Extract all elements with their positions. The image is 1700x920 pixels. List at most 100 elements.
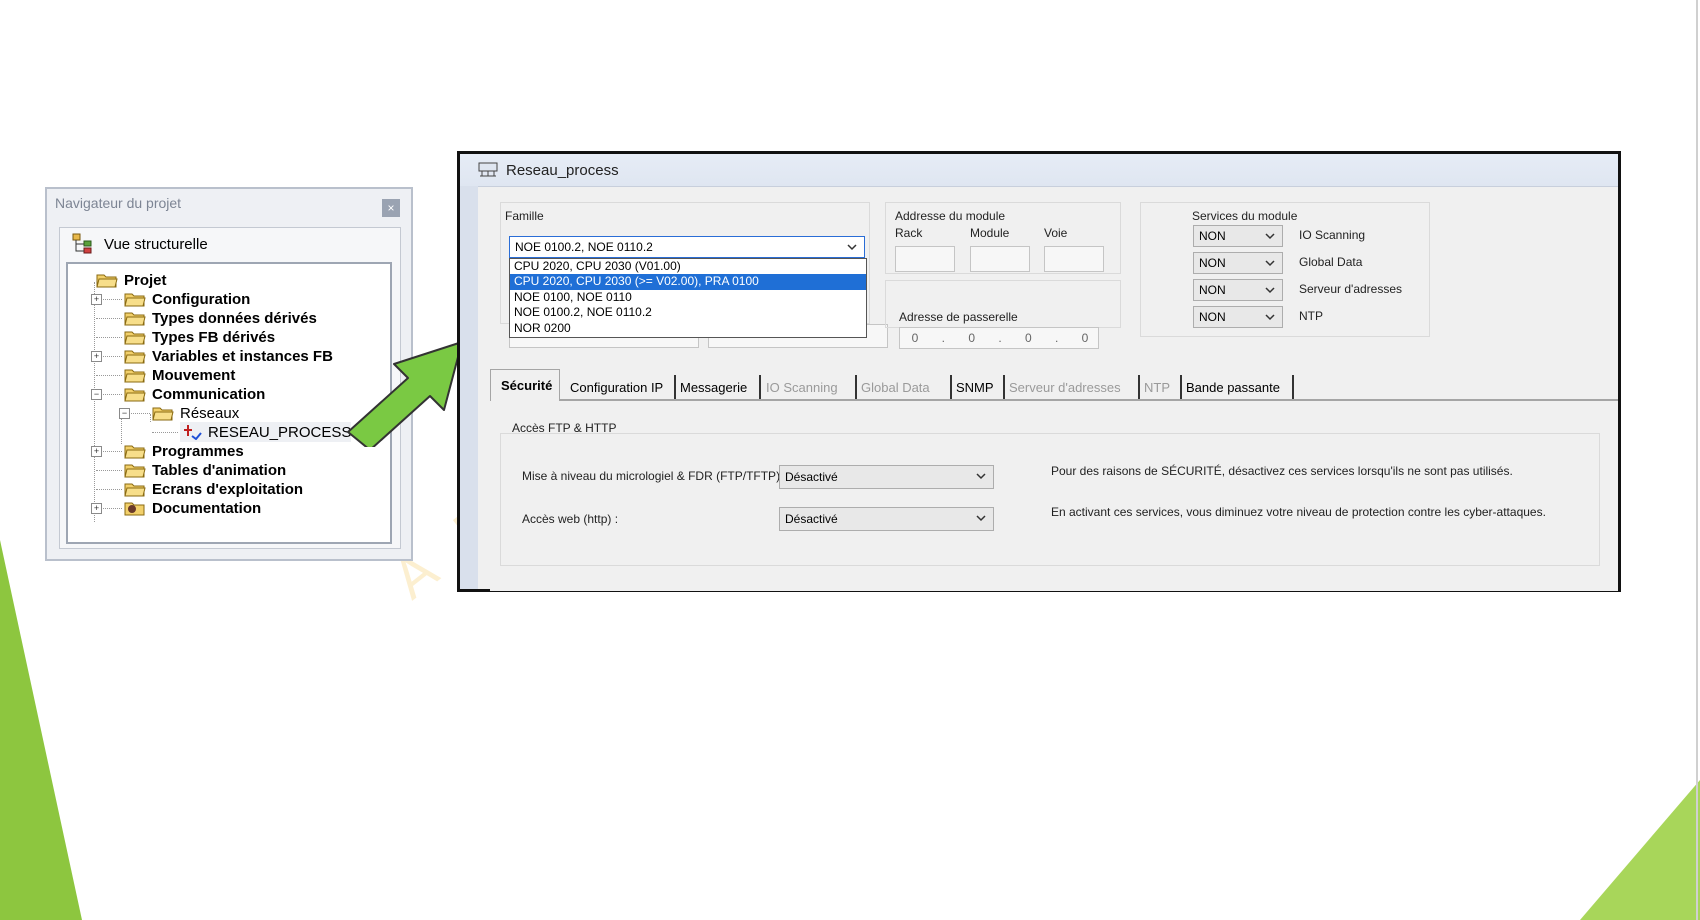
service-name: Serveur d'adresses [1299,282,1403,296]
dropdown-option[interactable]: CPU 2020, CPU 2030 (V01.00) [510,259,866,274]
view-selector[interactable]: Vue structurelle [60,228,400,260]
dropdown-option[interactable]: NOE 0100.2, NOE 0110.2 [510,305,866,320]
service-name: NTP [1299,309,1323,323]
service-select[interactable]: NON [1193,279,1283,301]
tab[interactable]: Serveur d'adresses [1005,375,1140,399]
dropdown-option[interactable]: CPU 2020, CPU 2030 (>= V02.00), PRA 0100 [510,274,866,290]
famille-select[interactable]: NOE 0100.2, NOE 0110.2 [509,236,865,258]
tab[interactable]: Global Data [857,375,952,399]
web-access-value: Désactivé [785,512,838,526]
voie-input[interactable] [1044,246,1104,272]
tree-item[interactable]: Configuration [124,289,250,309]
dropdown-option[interactable]: NOE 0100, NOE 0110 [510,290,866,305]
documentation-icon [124,502,145,516]
tree-item[interactable]: Projet [96,270,167,290]
tree-item[interactable]: Mouvement [124,365,235,385]
tree-item[interactable]: Variables et instances FB [124,346,333,366]
decorative-edge-line [1696,0,1698,920]
web-access-label: Accès web (http) : [522,512,619,526]
folder-icon [124,369,146,383]
folder-icon [124,483,146,497]
tree-item[interactable]: Programmes [124,441,244,461]
tab[interactable]: SNMP [952,375,1005,399]
services-label: Services du module [1192,209,1298,223]
tree-expander[interactable]: + [91,351,102,362]
firmware-value: Désactivé [785,470,838,484]
ftp-http-group-label: Accès FTP & HTTP [512,421,617,435]
folder-icon [124,388,146,402]
chevron-down-icon [847,244,857,251]
firmware-label: Mise à niveau du micrologiel & FDR (FTP/… [522,469,784,483]
tree-connector [96,470,122,471]
tree-connector [96,375,122,376]
chevron-down-icon [1265,260,1275,267]
tree-expander[interactable]: + [91,446,102,457]
chevron-down-icon [976,473,986,480]
gateway-dot: . [941,331,945,345]
navigator-title: Navigateur du projet [55,195,182,211]
folder-icon [124,331,146,345]
folder-icon [124,445,146,459]
tree-item[interactable]: Types données dérivés [124,308,317,328]
service-select[interactable]: NON [1193,225,1283,247]
famille-dropdown-list: CPU 2020, CPU 2030 (V01.00) CPU 2020, CPU… [509,258,867,338]
rack-input[interactable] [895,246,955,272]
decorative-green-triangle-left [0,540,82,920]
tree-item[interactable]: Tables d'animation [124,460,286,480]
gateway-input[interactable]: 0 . 0 . 0 . 0 [899,327,1099,349]
chevron-down-icon [1265,287,1275,294]
gateway-octet-4: 0 [1081,331,1089,345]
dropdown-option[interactable]: NOR 0200 [510,321,866,336]
tree-expander[interactable]: + [91,294,102,305]
tab[interactable]: Bande passante [1182,375,1294,399]
tree-item-label: Ecrans d'exploitation [152,480,304,498]
tree-expander[interactable]: − [91,389,102,400]
service-select[interactable]: NON [1193,306,1283,328]
famille-label: Famille [505,209,544,223]
tree-expander[interactable]: − [119,408,130,419]
security-note-1: Pour des raisons de SÉCURITÉ, désactivez… [1051,464,1513,478]
address-label: Addresse du module [895,209,1006,223]
folder-icon [124,464,146,478]
tab[interactable]: NTP [1140,375,1182,399]
window-side-strip [460,186,478,589]
chevron-down-icon [976,515,986,522]
service-select[interactable]: NON [1193,252,1283,274]
voie-label: Voie [1044,226,1068,240]
tree-connector [150,414,151,422]
service-name: IO Scanning [1299,228,1366,242]
tree-expander[interactable]: + [91,503,102,514]
tree-item[interactable]: Documentation [124,498,261,518]
tree-connector [96,337,122,338]
service-value: NON [1199,283,1226,297]
tree-item[interactable]: Ecrans d'exploitation [124,479,303,499]
tree-item-label: Programmes [152,442,244,460]
folder-icon [124,350,146,364]
gateway-octet-3: 0 [1024,331,1032,345]
decorative-green-triangle-right [1580,780,1700,920]
tree-item[interactable]: RESEAU_PROCESS [180,422,352,442]
tab[interactable]: Configuration IP [566,375,676,399]
tab[interactable]: IO Scanning [762,375,857,399]
tree-item-label: Réseaux [180,404,240,422]
tree-item[interactable]: Communication [124,384,265,404]
tree-item-label: Communication [152,385,266,403]
service-name: Global Data [1299,255,1363,269]
tree-item[interactable]: Réseaux [152,403,239,423]
window-title-bar: Reseau_process [460,154,1618,187]
tree-item[interactable]: Types FB dérivés [124,327,275,347]
module-label: Module [970,226,1010,240]
security-tab-panel: Accès FTP & HTTP Mise à niveau du microl… [490,399,1618,591]
structural-view-icon [72,233,92,254]
firmware-select[interactable]: Désactivé [779,465,994,489]
tree-item-label: Mouvement [152,366,236,384]
module-input[interactable] [970,246,1030,272]
close-icon[interactable]: × [382,199,400,217]
web-access-select[interactable]: Désactivé [779,507,994,531]
tree-item-label: Variables et instances FB [152,347,333,365]
network-icon [478,162,498,177]
tab[interactable]: Messagerie [676,375,761,399]
tree-item-label: Configuration [152,290,251,308]
tab[interactable]: Sécurité [490,369,560,401]
gateway-dot: . [998,331,1002,345]
